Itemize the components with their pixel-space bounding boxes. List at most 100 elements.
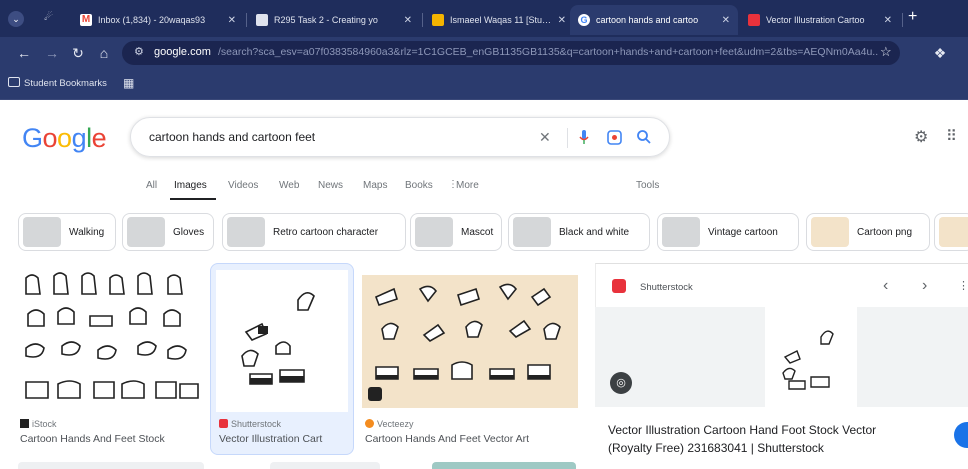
shutterstock-icon bbox=[748, 14, 760, 26]
tab-label: Inbox (1,834) - 20waqas93 bbox=[98, 15, 206, 25]
result-title[interactable]: Vector Illustration Cart bbox=[219, 433, 349, 445]
url-domain: google.com bbox=[154, 46, 211, 58]
tab-google-search[interactable]: G cartoon hands and cartoo ✕ bbox=[570, 5, 738, 35]
tab-books[interactable]: Books bbox=[405, 180, 433, 191]
back-icon[interactable]: ← bbox=[14, 43, 34, 63]
gmail-icon: M bbox=[80, 14, 92, 26]
logo-letter: g bbox=[71, 123, 87, 153]
chip-label: Mascot bbox=[461, 226, 494, 238]
reload-icon[interactable]: ↻ bbox=[68, 43, 88, 63]
save-icon[interactable] bbox=[368, 387, 382, 401]
chip-label: Gloves bbox=[173, 226, 205, 238]
new-tab-button[interactable]: + bbox=[908, 8, 917, 26]
next-row-image[interactable] bbox=[432, 462, 576, 469]
close-icon[interactable]: ✕ bbox=[558, 15, 566, 26]
chip-cartoon-png[interactable]: Cartoon png bbox=[806, 213, 930, 251]
tab-images[interactable]: Images bbox=[174, 180, 207, 191]
preview-image-area[interactable]: ◎ bbox=[595, 307, 968, 407]
search-input[interactable]: cartoon hands and cartoon feet bbox=[149, 130, 315, 144]
panel-title-line2[interactable]: (Royalty Free) 231683041 | Shutterstock bbox=[608, 441, 824, 455]
close-icon[interactable]: ✕ bbox=[228, 15, 236, 26]
chip-walking[interactable]: Walking bbox=[18, 213, 116, 251]
tab-search-button[interactable]: ⌄ bbox=[8, 11, 24, 27]
clear-icon[interactable]: ✕ bbox=[539, 129, 551, 146]
close-icon[interactable]: ✕ bbox=[884, 15, 892, 26]
chip-mascot[interactable]: Mascot bbox=[410, 213, 502, 251]
tab-videos[interactable]: Videos bbox=[228, 180, 258, 191]
search-box[interactable]: cartoon hands and cartoon feet ✕ bbox=[130, 117, 670, 157]
next-icon[interactable]: › bbox=[922, 277, 927, 295]
url-path: /search?sca_esv=a07f0383584960a3&rlz=1C1… bbox=[218, 46, 878, 58]
chip-black-and-white[interactable]: Black and white bbox=[508, 213, 650, 251]
images-tab-underline bbox=[170, 198, 216, 200]
tools-button[interactable]: Tools bbox=[636, 180, 659, 191]
tab-label: R295 Task 2 - Creating yo bbox=[274, 15, 378, 25]
google-apps-icon[interactable]: ⠿ bbox=[946, 127, 957, 145]
chip-label: Black and white bbox=[559, 226, 630, 238]
close-icon[interactable]: ✕ bbox=[404, 15, 412, 26]
logo-letter: o bbox=[57, 123, 72, 153]
tab-gmail[interactable]: M Inbox (1,834) - 20waqas93 ✕ bbox=[72, 5, 244, 35]
chip-thumbnail bbox=[23, 217, 61, 247]
result-source: iStock bbox=[32, 419, 57, 429]
chip-label: Cartoon png bbox=[857, 226, 913, 238]
site-info-icon[interactable]: ⚙ bbox=[134, 45, 144, 58]
panel-source[interactable]: Shutterstock bbox=[640, 282, 693, 293]
panel-title[interactable]: Vector Illustration Cartoon Hand Foot St… bbox=[608, 423, 876, 437]
home-icon[interactable]: ⌂ bbox=[94, 43, 114, 63]
chip-label: Vintage cartoon bbox=[708, 226, 778, 238]
address-bar[interactable]: ⚙ google.com /search?sca_esv=a07f0383584… bbox=[122, 41, 900, 65]
chip-thumbnail bbox=[415, 217, 453, 247]
folder-icon bbox=[8, 77, 20, 87]
result-title[interactable]: Cartoon Hands And Feet Stock bbox=[20, 433, 206, 445]
bookmarks-bar: Student Bookmarks ▦ bbox=[0, 69, 968, 100]
tab-more[interactable]: More bbox=[456, 180, 479, 191]
google-logo[interactable]: Google bbox=[22, 123, 107, 154]
browser-toolbar: ← → ↻ ⌂ ⚙ google.com /search?sca_esv=a07… bbox=[0, 37, 968, 69]
tab-ismaeel[interactable]: Ismaeel Waqas 11 [Stude ✕ bbox=[424, 5, 574, 35]
tab-maps[interactable]: Maps bbox=[363, 180, 387, 191]
chip-partial[interactable] bbox=[934, 213, 968, 251]
tab-news[interactable]: News bbox=[318, 180, 343, 191]
close-icon[interactable]: ✕ bbox=[722, 15, 730, 26]
tab-all[interactable]: All bbox=[146, 180, 157, 191]
chip-vintage-cartoon[interactable]: Vintage cartoon bbox=[657, 213, 799, 251]
chip-retro-cartoon-character[interactable]: Retro cartoon character bbox=[222, 213, 406, 251]
speaker-icon[interactable]: ☄ bbox=[44, 12, 53, 23]
extensions-icon[interactable]: ❖ bbox=[930, 43, 950, 63]
tab-label: cartoon hands and cartoo bbox=[596, 15, 699, 25]
result-image-istock[interactable] bbox=[18, 270, 204, 412]
preview-image[interactable] bbox=[765, 307, 857, 407]
google-icon: G bbox=[578, 14, 590, 26]
chip-gloves[interactable]: Gloves bbox=[122, 213, 214, 251]
tab-web[interactable]: Web bbox=[279, 180, 299, 191]
microphone-icon[interactable] bbox=[579, 130, 589, 145]
chip-label: Walking bbox=[69, 226, 105, 238]
next-row-image[interactable] bbox=[270, 462, 380, 469]
shutterstock-logo-icon bbox=[612, 279, 626, 293]
visit-button[interactable] bbox=[954, 422, 968, 448]
forward-icon[interactable]: → bbox=[42, 43, 62, 63]
lens-icon[interactable] bbox=[607, 130, 622, 145]
chip-label: Retro cartoon character bbox=[273, 226, 379, 238]
result-title[interactable]: Cartoon Hands And Feet Vector Art bbox=[365, 433, 575, 445]
settings-gear-icon[interactable]: ⚙ bbox=[914, 127, 928, 147]
search-icon[interactable] bbox=[636, 129, 652, 145]
panel-more-icon[interactable]: ⋮ bbox=[958, 279, 968, 292]
previous-icon[interactable]: ‹ bbox=[883, 277, 888, 295]
lens-search-icon[interactable]: ◎ bbox=[610, 372, 632, 394]
result-image-vecteezy[interactable] bbox=[362, 275, 578, 408]
bookmark-folder-student[interactable]: Student Bookmarks bbox=[24, 78, 107, 89]
tab-shutterstock[interactable]: Vector Illustration Cartoo ✕ bbox=[740, 5, 900, 35]
logo-letter: G bbox=[22, 123, 43, 153]
logo-letter: e bbox=[91, 123, 107, 153]
tab-slides[interactable]: R295 Task 2 - Creating yo ✕ bbox=[248, 5, 420, 35]
slides-icon bbox=[256, 14, 268, 26]
logo-letter: o bbox=[42, 123, 58, 153]
bookmark-star-icon[interactable]: ☆ bbox=[880, 44, 892, 60]
apps-grid-icon[interactable]: ▦ bbox=[123, 76, 134, 90]
chip-thumbnail bbox=[811, 217, 849, 247]
result-image-shutterstock[interactable] bbox=[216, 270, 348, 412]
tab-label: Ismaeel Waqas 11 [Stude bbox=[450, 15, 552, 25]
next-row-image[interactable] bbox=[18, 462, 204, 469]
